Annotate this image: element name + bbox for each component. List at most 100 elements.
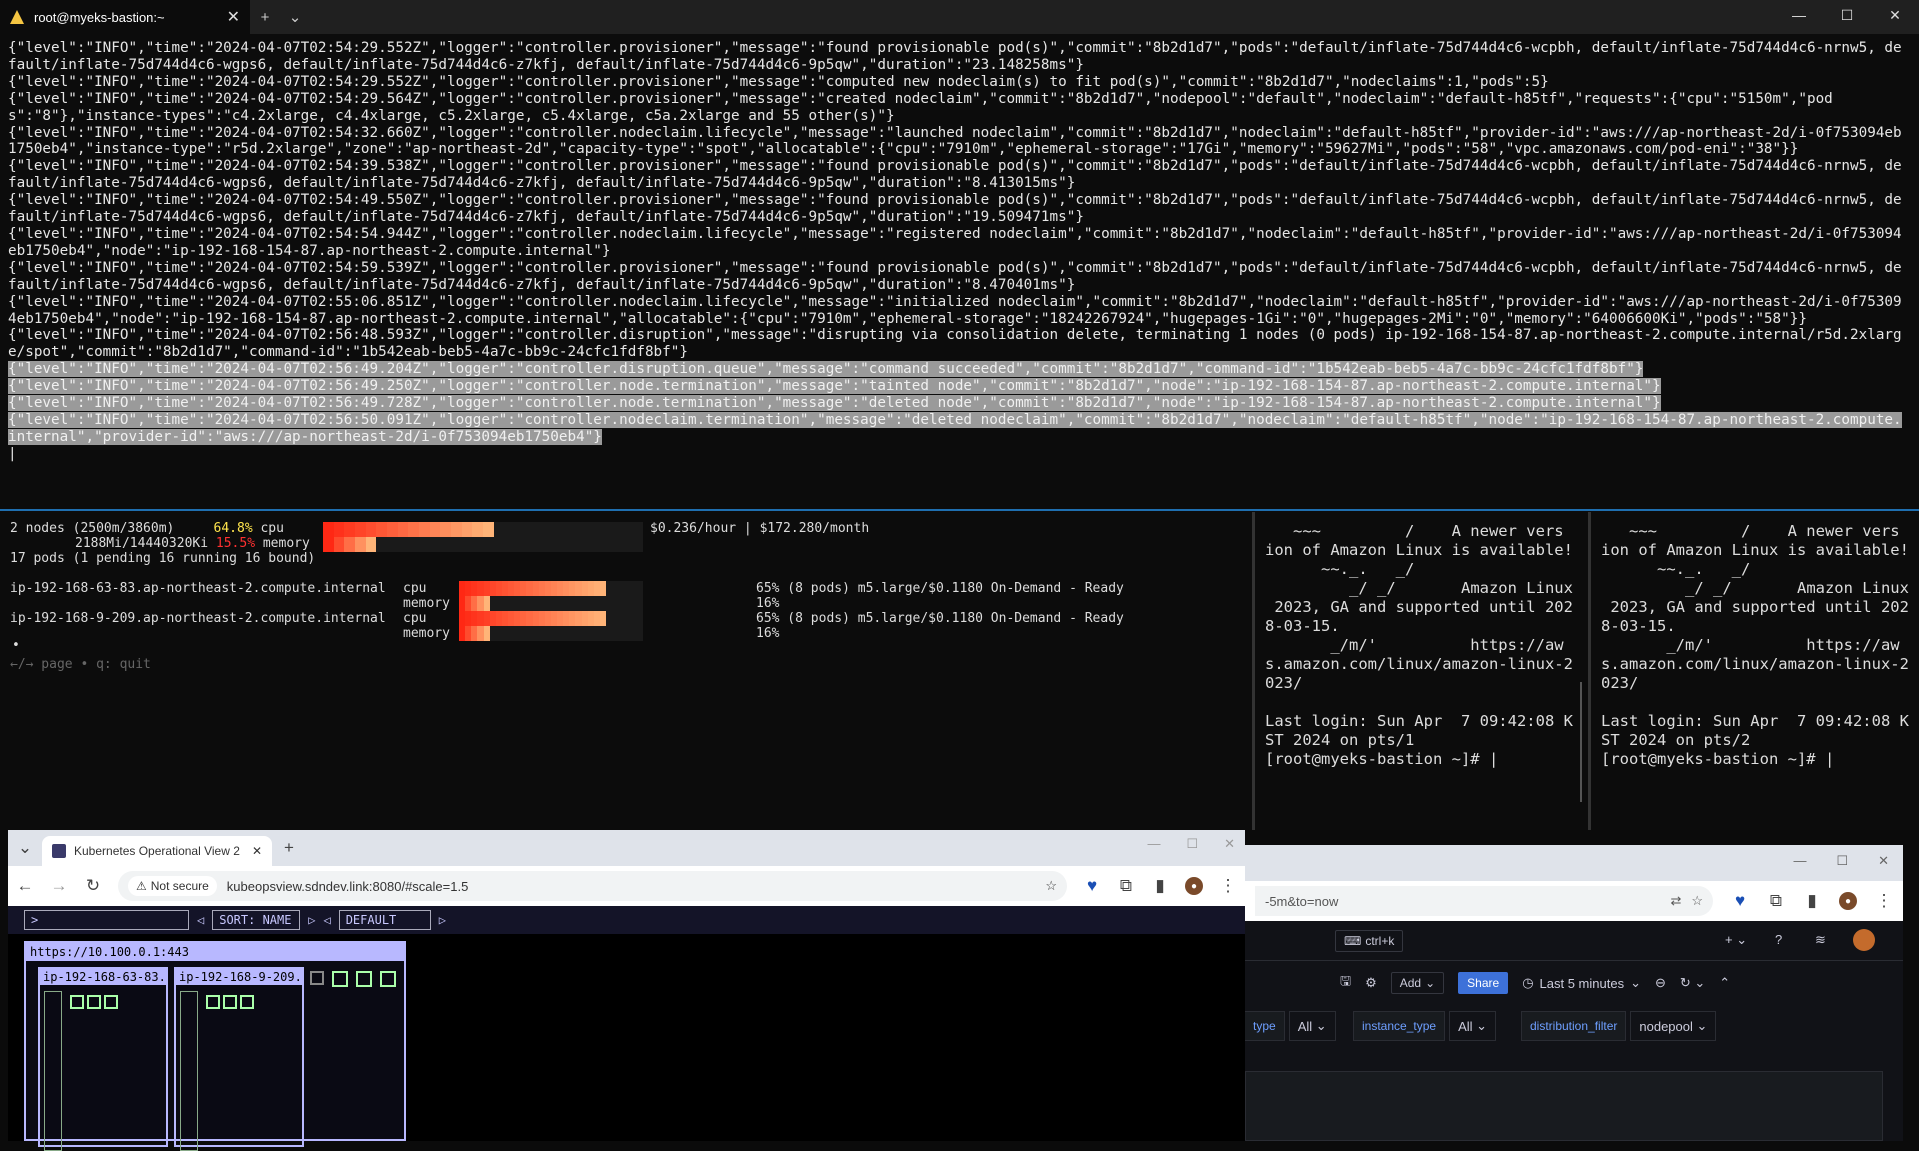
tab-dropdown-button[interactable]: ⌄ xyxy=(280,8,310,26)
linux-icon xyxy=(10,10,24,24)
minimize-icon[interactable]: — xyxy=(1793,853,1806,869)
node-row-2-mem-info: 16% xyxy=(756,626,780,641)
help-icon[interactable]: ? xyxy=(1775,932,1782,947)
pane-divider[interactable] xyxy=(0,509,1919,511)
minimize-icon[interactable]: — xyxy=(1775,0,1823,30)
cluster-usage-bar xyxy=(323,522,643,552)
kov-search-input[interactable]: > xyxy=(24,910,189,930)
maximize-icon[interactable]: ☐ xyxy=(1836,853,1848,869)
extension-heart-icon[interactable]: ♥ xyxy=(1083,876,1101,895)
add-button[interactable]: Add ⌄ xyxy=(1390,972,1445,994)
reload-icon[interactable]: ↻ xyxy=(84,876,102,895)
maximize-icon[interactable]: ☐ xyxy=(1186,836,1198,852)
browser-tab[interactable]: Kubernetes Operational View 2 ✕ xyxy=(42,836,272,866)
warning-icon: ⚠ xyxy=(136,879,147,893)
summary-line1: 2 nodes (2500m/3860m) 64.8% cpu xyxy=(10,521,284,536)
profile-avatar[interactable]: ● xyxy=(1185,877,1203,895)
sort-prev-icon[interactable]: ◁ xyxy=(197,913,204,927)
close-window-icon[interactable]: ✕ xyxy=(1878,853,1889,869)
log-line: {"level":"INFO","time":"2024-04-07T02:54… xyxy=(8,225,1902,259)
address-bar-2[interactable]: -5m&to=now ⇄ ☆ xyxy=(1255,886,1713,916)
memory-summary: 2188Mi/14440320Ki xyxy=(75,536,209,551)
scrollbar[interactable] xyxy=(1580,682,1582,802)
var-instance-type-label: instance_type xyxy=(1353,1011,1446,1041)
cluster-url: https://10.100.0.1:443 xyxy=(26,943,404,961)
help-text: ←/→ page • q: quit xyxy=(10,657,151,672)
extensions-icon[interactable]: ⧉ xyxy=(1117,876,1135,895)
node-box-2[interactable]: ip-192-168-9-209... xyxy=(174,967,304,1151)
node-2-pods xyxy=(206,995,254,1009)
maximize-icon[interactable]: ☐ xyxy=(1823,0,1871,30)
shell-pane-2[interactable]: ~~~ / A newer vers ion of Amazon Linux i… xyxy=(1252,512,1588,830)
translate-icon[interactable]: ⇄ xyxy=(1670,893,1681,909)
shell-pane-3[interactable]: ~~~ / A newer vers ion of Amazon Linux i… xyxy=(1588,512,1919,830)
var-distribution-filter-value[interactable]: nodepool ⌄ xyxy=(1630,1011,1717,1041)
node-box-1[interactable]: ip-192-168-63-83... xyxy=(38,967,168,1151)
var-instance-type[interactable]: instance_type All ⌄ xyxy=(1353,1011,1497,1041)
add-label: Add xyxy=(1399,976,1422,990)
terminal-tabbar: root@myeks-bastion:~ ✕ + ⌄ — ☐ ✕ xyxy=(0,0,1919,34)
close-window-icon[interactable]: ✕ xyxy=(1871,0,1919,30)
profile-avatar[interactable]: ● xyxy=(1839,892,1857,910)
address-bar[interactable]: ⚠ Not secure kubeopsview.sdndev.link:8080… xyxy=(118,871,1067,901)
motd-text: ~~~ / A newer vers ion of Amazon Linux i… xyxy=(1265,522,1573,768)
pods-summary: 17 pods (1 pending 16 running 16 bound) xyxy=(10,551,316,566)
share-button[interactable]: Share xyxy=(1458,972,1509,994)
var-distribution-filter-value-text: nodepool xyxy=(1639,1018,1693,1034)
new-tab-icon[interactable]: + xyxy=(280,838,298,857)
node-viewer-pane[interactable]: 2 nodes (2500m/3860m) 64.8% cpu 2188Mi/1… xyxy=(0,512,1252,830)
log-line-selected[interactable]: {"level":"INFO","time":"2024-04-07T02:56… xyxy=(8,395,1908,412)
tab-search-icon[interactable]: ⌄ xyxy=(16,838,34,857)
sidepanel-icon[interactable]: ▮ xyxy=(1803,891,1821,910)
forward-icon[interactable]: → xyxy=(50,876,68,895)
log-line-selected[interactable]: {"level":"INFO","time":"2024-04-07T02:56… xyxy=(8,411,1908,446)
search-hint: ctrl+k xyxy=(1365,934,1395,948)
var-distribution-filter[interactable]: distribution_filter nodepool ⌄ xyxy=(1521,1011,1717,1041)
sidepanel-icon[interactable]: ▮ xyxy=(1151,876,1169,895)
theme-prev-icon[interactable]: ◁ xyxy=(323,913,330,927)
menu-icon[interactable]: ⋮ xyxy=(1875,891,1893,910)
sort-select[interactable]: SORT: NAME xyxy=(212,910,301,930)
log-line: {"level":"INFO","time":"2024-04-07T02:54… xyxy=(8,73,1549,90)
new-tab-button[interactable]: + xyxy=(250,9,280,26)
window-controls: — ☐ ✕ xyxy=(1147,836,1235,852)
close-tab-icon[interactable]: ✕ xyxy=(252,844,262,858)
collapse-icon[interactable]: ⌃ xyxy=(1719,975,1730,991)
theme-select[interactable]: DEFAULT xyxy=(338,910,431,930)
kube-favicon xyxy=(52,844,66,858)
cluster-box[interactable]: https://10.100.0.1:443 ip-192-168-63-83.… xyxy=(24,941,406,1151)
node-1-gauge xyxy=(44,991,62,1151)
sort-next-icon[interactable]: ▷ xyxy=(308,913,315,927)
extensions-icon[interactable]: ⧉ xyxy=(1767,891,1785,910)
bookmark-star-icon[interactable]: ☆ xyxy=(1691,893,1703,909)
bookmark-star-icon[interactable]: ☆ xyxy=(1045,878,1057,894)
user-avatar[interactable] xyxy=(1853,929,1875,951)
theme-next-icon[interactable]: ▷ xyxy=(439,913,446,927)
terminal-tab[interactable]: root@myeks-bastion:~ ✕ xyxy=(0,0,250,34)
save-icon[interactable]: 🖫 xyxy=(1340,972,1351,994)
log-line-selected[interactable]: {"level":"INFO","time":"2024-04-07T02:56… xyxy=(8,378,1908,395)
var-type[interactable]: type All ⌄ xyxy=(1245,1011,1336,1041)
node-row-1-mem-label: memory xyxy=(403,596,450,611)
extension-heart-icon[interactable]: ♥ xyxy=(1731,891,1749,910)
security-chip[interactable]: ⚠ Not secure xyxy=(128,876,217,896)
add-new-icon[interactable]: + ⌄ xyxy=(1725,932,1747,948)
back-icon[interactable]: ← xyxy=(16,876,34,895)
search-shortcut[interactable]: ⌨ ctrl+k xyxy=(1335,930,1404,952)
close-tab-icon[interactable]: ✕ xyxy=(227,7,240,27)
zoom-out-icon[interactable]: ⊖ xyxy=(1655,975,1666,991)
rss-icon[interactable]: ≋ xyxy=(1815,932,1826,948)
minimize-icon[interactable]: — xyxy=(1147,836,1160,852)
node-1-name: ip-192-168-63-83... xyxy=(40,969,166,985)
time-range-picker[interactable]: ◷ Last 5 minutes ⌄ xyxy=(1522,975,1641,991)
settings-gear-icon[interactable]: ⚙ xyxy=(1365,975,1377,991)
refresh-icon[interactable]: ↻ ⌄ xyxy=(1680,975,1705,991)
memory-percent: 15.5% xyxy=(215,536,256,551)
log-line-selected[interactable]: {"level":"INFO","time":"2024-04-07T02:56… xyxy=(8,361,1908,378)
var-instance-type-value[interactable]: All ⌄ xyxy=(1449,1011,1497,1041)
cursor: | xyxy=(8,445,17,462)
var-type-value[interactable]: All ⌄ xyxy=(1288,1011,1336,1041)
close-window-icon[interactable]: ✕ xyxy=(1224,836,1235,852)
usage-bar-row xyxy=(459,611,643,626)
menu-icon[interactable]: ⋮ xyxy=(1219,876,1237,895)
